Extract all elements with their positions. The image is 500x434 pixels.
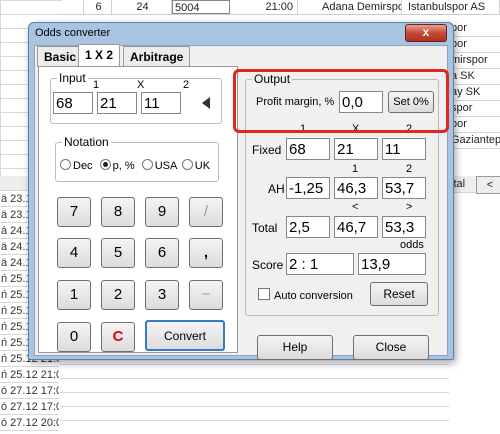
total-under-odds[interactable]: 46,7 xyxy=(334,216,378,238)
bg-cell: Adana Demirspor xyxy=(322,0,402,14)
notation-usa-label: USA xyxy=(154,160,177,172)
bg-cell: ń 25.12 21:0 xyxy=(0,369,59,383)
bg-cell: a SK xyxy=(449,68,500,85)
input-odds-1[interactable]: 68 xyxy=(53,92,93,114)
title-bar[interactable]: Odds converter x xyxy=(29,23,453,45)
bg-cell: por xyxy=(449,36,500,53)
scroll-left-button[interactable]: < xyxy=(476,176,500,194)
notation-options: Dec p, % USA UK xyxy=(60,159,210,172)
bg-cell: Istanbulspor AS xyxy=(406,0,500,14)
bg-cell: 5004 xyxy=(172,0,230,14)
key-minus[interactable]: − xyxy=(189,280,223,310)
auto-conversion-label: Auto conversion xyxy=(274,290,353,302)
key-8[interactable]: 8 xyxy=(101,197,135,227)
key-6[interactable]: 6 xyxy=(145,238,179,268)
right-column: por por mirspor a SK ay SK spor por Gazi… xyxy=(449,20,500,434)
total-under-label: < xyxy=(352,201,359,213)
ah-handicap[interactable]: -1,25 xyxy=(286,177,330,199)
notation-percent-label: p, % xyxy=(112,160,135,172)
key-2[interactable]: 2 xyxy=(101,280,135,310)
total-over-label: > xyxy=(406,201,413,213)
bg-cell: Gaziantep xyxy=(449,132,500,149)
score-value[interactable]: 2 : 1 xyxy=(286,253,354,275)
bg-cell: ó 27.12 17:0 xyxy=(0,401,59,415)
tab-panel-left: Input 1 X 2 68 21 11 Notation Dec p, % U… xyxy=(38,66,238,353)
input-group-label: Input xyxy=(57,71,88,85)
tab-1x2[interactable]: 1 X 2 xyxy=(78,44,121,67)
notation-usa-radio[interactable]: USA xyxy=(141,159,177,172)
spreadsheet-top-row: 6 24 5004 21:00 Adana Demirspor Istanbul… xyxy=(62,0,500,15)
window-title: Odds converter xyxy=(35,27,111,39)
key-4[interactable]: 4 xyxy=(57,238,91,268)
input-group: Input 1 X 2 68 21 11 xyxy=(50,71,222,124)
notation-percent-radio[interactable]: p, % xyxy=(99,159,135,172)
ah-col-1-label: 1 xyxy=(352,163,359,175)
ah-odds-1[interactable]: 46,3 xyxy=(334,177,378,199)
convert-button[interactable]: Convert xyxy=(145,320,225,351)
bg-cell: ay SK xyxy=(449,84,500,101)
bg-cell: ó 27.12 20:0 xyxy=(0,417,59,431)
input-odds-x[interactable]: 21 xyxy=(97,92,137,114)
bg-cell: ó 27.12 17:0 xyxy=(0,385,59,399)
key-1[interactable]: 1 xyxy=(57,280,91,310)
total-line[interactable]: 2,5 xyxy=(286,216,330,238)
auto-conversion-checkbox[interactable]: Auto conversion xyxy=(258,288,353,302)
ah-odds-2[interactable]: 53,7 xyxy=(382,177,426,199)
help-button[interactable]: Help xyxy=(257,335,333,360)
close-button[interactable]: Close xyxy=(353,335,429,360)
input-col-x-label: X xyxy=(137,79,145,91)
input-col-1-label: 1 xyxy=(93,79,100,91)
notation-dec-label: Dec xyxy=(73,160,93,172)
bg-cell: por xyxy=(449,20,500,37)
input-col-2-label: 2 xyxy=(183,79,190,91)
bg-cell: por xyxy=(449,116,500,133)
bg-cell: 24 xyxy=(112,0,172,14)
ah-label: AH xyxy=(268,182,285,196)
notation-uk-radio[interactable]: UK xyxy=(181,159,211,172)
window-close-button[interactable]: x xyxy=(405,24,447,42)
bg-cell: spor xyxy=(449,100,500,117)
key-3[interactable]: 3 xyxy=(145,280,179,310)
key-divide[interactable]: / xyxy=(189,197,223,227)
tab-arbitrage[interactable]: Arbitrage xyxy=(123,46,191,67)
bg-cell: 21:00 xyxy=(230,0,298,14)
ah-col-2-label: 2 xyxy=(406,163,413,175)
tab-basic[interactable]: Basic xyxy=(37,46,84,67)
key-comma[interactable]: , xyxy=(189,238,223,268)
fixed-odds-2[interactable]: 11 xyxy=(382,138,426,160)
key-9[interactable]: 9 xyxy=(145,197,179,227)
notation-dec-radio[interactable]: Dec xyxy=(60,159,93,172)
notation-uk-label: UK xyxy=(194,160,211,172)
notation-group: Notation Dec p, % USA UK xyxy=(55,135,219,182)
score-odds-value[interactable]: 13,9 xyxy=(358,253,426,275)
total-over-odds[interactable]: 53,3 xyxy=(382,216,426,238)
highlight-box xyxy=(233,69,449,133)
key-0[interactable]: 0 xyxy=(57,322,91,352)
key-clear[interactable]: C xyxy=(101,322,135,352)
total-label: Total xyxy=(252,221,278,235)
score-label: Score xyxy=(252,258,284,272)
bg-cell: mirspor xyxy=(449,52,500,69)
bg-cell: 6 xyxy=(84,0,112,14)
key-5[interactable]: 5 xyxy=(101,238,135,268)
score-odds-label: odds xyxy=(400,239,424,251)
input-odds-2[interactable]: 11 xyxy=(141,92,181,114)
fixed-label: Fixed xyxy=(252,143,282,157)
fixed-odds-1[interactable]: 68 xyxy=(286,138,330,160)
key-7[interactable]: 7 xyxy=(57,197,91,227)
fixed-odds-x[interactable]: 21 xyxy=(334,138,378,160)
notation-group-label: Notation xyxy=(62,135,111,149)
reset-button[interactable]: Reset xyxy=(370,282,428,306)
arrow-left-icon[interactable] xyxy=(201,97,211,109)
